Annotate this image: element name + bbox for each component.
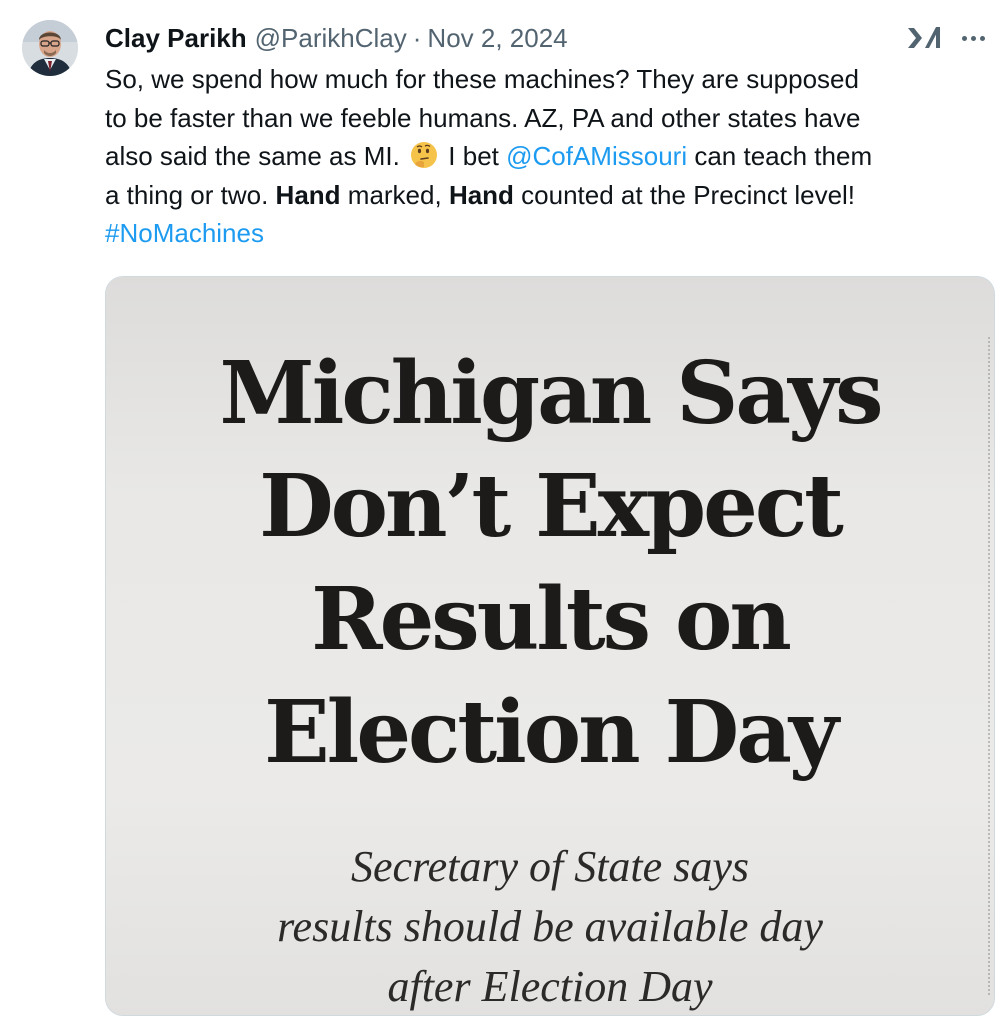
tweet-line: #NoMachines (105, 214, 995, 253)
thinking-face-emoji (411, 142, 438, 169)
author-handle[interactable]: @ParikhClay (255, 23, 407, 53)
tweet-text-span: can teach them (694, 141, 873, 172)
tweet-line: to be faster than we feeble humans. AZ, … (105, 102, 861, 133)
tweet-line: a thing or two. Hand marked, Hand counte… (105, 176, 995, 215)
subhead-line: results should be available day (277, 902, 823, 951)
more-options-icon[interactable] (955, 20, 991, 56)
tweet-card[interactable]: Clay Parikh @ParikhClay · Nov 2, 2024 So, … (0, 0, 1004, 1023)
author-meta: @ParikhClay · Nov 2, 2024 (255, 20, 568, 56)
mention-link[interactable]: @CofAMissouri (506, 141, 687, 171)
tweet-date[interactable]: Nov 2, 2024 (427, 23, 567, 53)
subhead-line: Secretary of State says (351, 842, 749, 891)
tweet-text-span: marked, (347, 179, 442, 210)
headline-line: Michigan Says (219, 343, 884, 444)
meta-separator: · (412, 23, 422, 53)
bold-word: Hand (448, 179, 514, 210)
avatar-image (22, 20, 78, 76)
x-logo-icon (908, 27, 940, 48)
avatar[interactable] (22, 20, 78, 76)
author-name[interactable]: Clay Parikh (105, 20, 247, 56)
bold-word: Hand (275, 179, 341, 210)
newspaper-headline: Michigan Says Don’t Expect Results on El… (106, 337, 994, 789)
tweet-text-span: counted at the Precinct level! (521, 179, 856, 210)
headline-line: Don’t Expect (259, 456, 844, 557)
tweet-text: So, we spend how much for these machines… (105, 60, 995, 253)
headline-line: Election Day (264, 682, 839, 783)
hashtag-link[interactable]: #NoMachines (105, 218, 264, 248)
subhead-line: after Election Day (387, 962, 713, 1011)
tweet-line: also said the same as MI. I bet @CofAMis… (105, 137, 995, 176)
tweet-line: So, we spend how much for these machines… (105, 64, 859, 94)
tweet-text-span: a thing or two. (105, 179, 269, 210)
tweet-header: Clay Parikh @ParikhClay · Nov 2, 2024 (105, 20, 568, 56)
headline-line: Results on (311, 569, 792, 670)
newspaper-subhead: Secretary of State says results should b… (106, 837, 994, 1015)
tweet-text-span: I bet (448, 141, 499, 172)
tweet-text-span: also said the same as MI. (105, 141, 400, 172)
tweet-media-image[interactable]: Michigan Says Don’t Expect Results on El… (105, 276, 995, 1016)
